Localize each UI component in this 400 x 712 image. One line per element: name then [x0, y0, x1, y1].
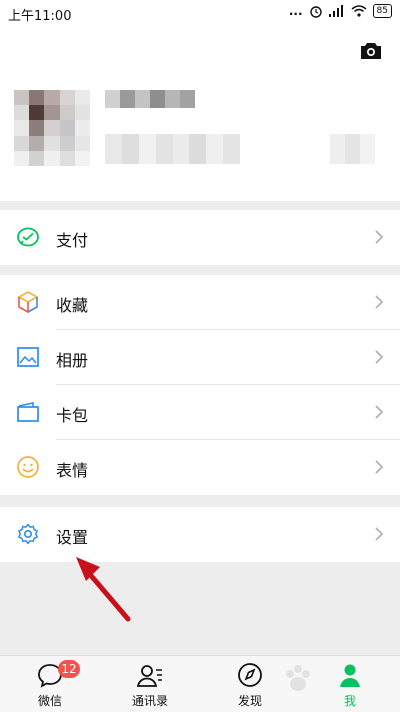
signal-icon [328, 5, 343, 17]
menu-item-favorites[interactable]: 收藏 [0, 275, 400, 330]
menu-label-album: 相册 [56, 351, 89, 370]
pay-icon [17, 227, 39, 247]
menu-group-services: 收藏 相册 卡包 表情 [0, 275, 400, 495]
chevron-right-icon [375, 405, 384, 419]
chevron-right-icon [375, 350, 384, 364]
tab-label-chats: 微信 [37, 694, 62, 708]
baidu-watermark-logo [286, 665, 310, 691]
chevron-right-icon [375, 230, 384, 244]
alarm-icon [309, 6, 322, 18]
battery-indicator: 85 [372, 4, 392, 18]
compass-icon [238, 663, 262, 687]
tab-label-contacts: 通讯录 [131, 694, 168, 708]
qr-code-obscured[interactable] [330, 134, 375, 164]
favorites-cube-icon [17, 291, 39, 314]
menu-item-pay[interactable]: 支付 [0, 210, 400, 265]
menu-item-stickers[interactable]: 表情 [0, 440, 400, 495]
menu-item-card[interactable]: 卡包 [0, 385, 400, 440]
chevron-right-icon [375, 527, 384, 541]
tab-chats[interactable]: 12 微信 [0, 656, 100, 712]
menu-group-pay: 支付 [0, 210, 400, 265]
profile-header[interactable] [0, 28, 400, 201]
card-wallet-icon [17, 402, 39, 422]
gear-icon [18, 523, 38, 545]
notification-dots: ... [288, 4, 303, 18]
menu-label-favorites: 收藏 [56, 296, 89, 315]
avatar[interactable] [14, 90, 90, 166]
menu-label-card: 卡包 [56, 406, 89, 425]
album-image-icon [17, 347, 39, 367]
camera-icon[interactable] [360, 42, 382, 60]
contacts-icon [136, 665, 162, 687]
status-bar: 上午11:00 ... 85 [0, 0, 400, 28]
chevron-right-icon [375, 460, 384, 474]
wifi-icon [351, 5, 367, 17]
status-time: 上午11:00 [8, 9, 72, 24]
wechat-id-obscured [105, 134, 240, 164]
menu-item-album[interactable]: 相册 [0, 330, 400, 385]
menu-label-pay: 支付 [56, 231, 89, 250]
menu-label-stickers: 表情 [56, 461, 89, 480]
status-icons: ... 85 [289, 4, 392, 18]
chevron-right-icon [375, 295, 384, 309]
tab-contacts[interactable]: 通讯录 [100, 656, 200, 712]
nickname-obscured [105, 90, 195, 108]
smiley-icon [17, 456, 39, 478]
annotation-arrow [76, 557, 131, 622]
unread-badge: 12 [58, 660, 80, 678]
